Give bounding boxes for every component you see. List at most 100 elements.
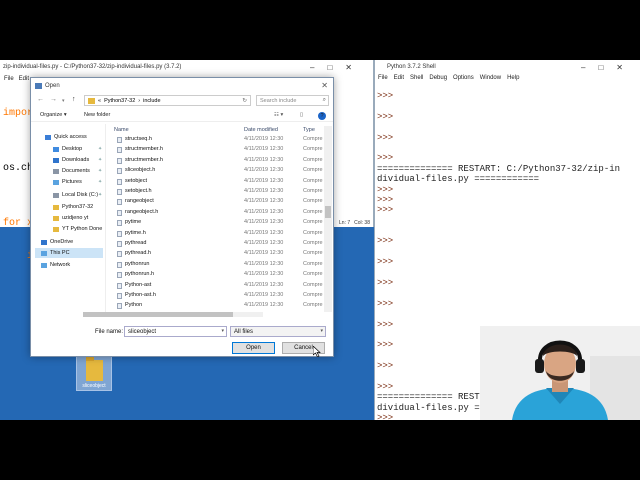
nav-item-uzidjeno-yt[interactable]: uzidjeno yt bbox=[53, 213, 88, 223]
nav-item-network[interactable]: Network bbox=[41, 260, 70, 270]
file-icon bbox=[117, 293, 122, 299]
file-date: 4/11/2019 12:30 bbox=[244, 271, 284, 278]
nav-item-documents[interactable]: Documents bbox=[53, 166, 90, 176]
menu-options[interactable]: Options bbox=[453, 75, 474, 84]
download-icon bbox=[53, 157, 59, 163]
shell-window-controls: – □ ✕ bbox=[581, 63, 623, 72]
desktop-file-icon[interactable]: sliceobject bbox=[76, 355, 112, 391]
file-row[interactable]: Python-ast.h 4/11/2019 12:30 Compre bbox=[113, 291, 328, 301]
file-icon bbox=[117, 168, 122, 175]
file-row[interactable]: sliceobject.h 4/11/2019 12:30 Compre bbox=[113, 166, 328, 176]
close-icon[interactable]: ✕ bbox=[345, 63, 352, 72]
folder-icon bbox=[53, 215, 59, 221]
file-row[interactable]: structmember.h 4/11/2019 12:30 Compre bbox=[113, 145, 328, 155]
nav-item-downloads[interactable]: Downloads bbox=[53, 155, 89, 165]
file-icon bbox=[117, 261, 122, 268]
file-row[interactable]: structmember.h 4/11/2019 12:30 Compre bbox=[113, 156, 328, 166]
file-row[interactable]: rangeobject.h 4/11/2019 12:30 Compre bbox=[113, 208, 328, 218]
close-icon[interactable]: ✕ bbox=[616, 63, 623, 72]
folder-icon bbox=[53, 226, 59, 232]
file-row[interactable]: pytime.h 4/11/2019 12:30 Compre bbox=[113, 229, 328, 239]
file-type: Compre bbox=[303, 136, 323, 142]
pin-icon: ✦ bbox=[98, 179, 103, 185]
scrollbar-thumb[interactable] bbox=[325, 206, 331, 218]
up-arrow-icon[interactable]: ↑ bbox=[72, 96, 76, 103]
menu-shell[interactable]: Shell bbox=[410, 75, 423, 84]
close-icon[interactable]: ✕ bbox=[321, 81, 328, 90]
file-row[interactable]: pytime 4/11/2019 12:30 Compre bbox=[113, 218, 328, 228]
file-row[interactable]: structseq.h 4/11/2019 12:30 Compre bbox=[113, 135, 328, 145]
file-type-value: All files bbox=[234, 329, 254, 335]
minimize-icon[interactable]: – bbox=[581, 63, 585, 72]
menu-help[interactable]: Help bbox=[507, 75, 519, 84]
file-name: pythonrun.h bbox=[125, 271, 155, 278]
file-type: Compre bbox=[303, 156, 323, 163]
menu-edit[interactable]: Edit bbox=[19, 76, 29, 85]
nav-item-label: uzidjeno yt bbox=[62, 215, 89, 221]
file-name: pythonrun bbox=[125, 260, 150, 267]
menu-file[interactable]: File bbox=[378, 75, 388, 84]
file-list-hscrollbar[interactable] bbox=[83, 312, 263, 317]
scrollbar-thumb[interactable] bbox=[83, 312, 233, 317]
minimize-icon[interactable]: – bbox=[310, 63, 314, 72]
menu-edit[interactable]: Edit bbox=[394, 75, 404, 84]
file-date: 4/11/2019 12:30 bbox=[244, 281, 284, 288]
file-row[interactable]: pythread 4/11/2019 12:30 Compre bbox=[113, 239, 328, 249]
nav-item-local-disk-c[interactable]: Local Disk (C:) bbox=[53, 190, 98, 200]
menu-window[interactable]: Window bbox=[480, 75, 501, 84]
file-type-select[interactable]: All files ▾ bbox=[230, 326, 326, 337]
search-input[interactable]: Search include ⌕ bbox=[256, 95, 329, 106]
chevron-down-icon[interactable]: ▾ bbox=[221, 328, 224, 334]
organize-button[interactable]: Organize ▾ bbox=[40, 112, 67, 118]
zip-folder-icon bbox=[86, 357, 103, 381]
desktop-icon-label: sliceobject bbox=[82, 383, 106, 389]
menu-debug[interactable]: Debug bbox=[429, 75, 447, 84]
maximize-icon[interactable]: □ bbox=[327, 63, 332, 72]
nav-item-yt-python-done[interactable]: YT Python Done bbox=[53, 224, 102, 234]
file-name: Python bbox=[125, 302, 143, 309]
file-type: Compre bbox=[303, 219, 323, 226]
folder-icon bbox=[53, 146, 59, 152]
file-list-scrollbar[interactable] bbox=[324, 126, 332, 312]
view-options-icon[interactable]: ☷ ▾ bbox=[274, 112, 283, 118]
file-row[interactable]: setobject 4/11/2019 12:30 Compre bbox=[113, 177, 328, 187]
nav-item-python37-32[interactable]: Python37-32 bbox=[53, 202, 93, 212]
file-name: rangeobject.h bbox=[125, 208, 159, 215]
file-type: Compre bbox=[303, 240, 323, 246]
new-folder-button[interactable]: New folder bbox=[84, 112, 110, 118]
help-icon[interactable]: ? bbox=[318, 112, 326, 120]
refresh-icon[interactable]: ↻ bbox=[242, 98, 247, 104]
address-bar[interactable]: « Python37-32 › include ↻ bbox=[84, 95, 251, 106]
file-date: 4/11/2019 12:30 bbox=[244, 198, 284, 205]
nav-item-quick-access[interactable]: Quick access bbox=[45, 132, 87, 142]
file-row[interactable]: setobject.h 4/11/2019 12:30 Compre bbox=[113, 187, 328, 197]
shell-line: >>> bbox=[377, 91, 394, 101]
file-row[interactable]: Python-ast 4/11/2019 12:30 Compre bbox=[113, 281, 328, 291]
breadcrumb-include[interactable]: include bbox=[143, 98, 160, 104]
file-row[interactable]: pythonrun.h 4/11/2019 12:30 Compre bbox=[113, 270, 328, 280]
picture-icon bbox=[53, 179, 59, 185]
file-row[interactable]: pythread.h 4/11/2019 12:30 Compre bbox=[113, 249, 328, 259]
file-row[interactable]: rangeobject 4/11/2019 12:30 Compre bbox=[113, 197, 328, 207]
nav-item-label: Downloads bbox=[62, 157, 90, 163]
file-row[interactable]: Python 4/11/2019 12:30 Compre bbox=[113, 301, 328, 311]
shell-line: >>> bbox=[377, 205, 394, 216]
nav-item-onedrive[interactable]: OneDrive bbox=[41, 237, 73, 247]
preview-pane-icon[interactable]: ▯ bbox=[300, 112, 303, 118]
file-row[interactable]: pythonrun 4/11/2019 12:30 Compre bbox=[113, 260, 328, 270]
nav-item-desktop[interactable]: Desktop bbox=[53, 144, 82, 154]
network-icon bbox=[41, 262, 47, 268]
maximize-icon[interactable]: □ bbox=[598, 63, 603, 72]
open-button[interactable]: Open bbox=[232, 342, 275, 354]
breadcrumb-python[interactable]: Python37-32 bbox=[104, 98, 135, 104]
pin-icon: ✦ bbox=[98, 168, 103, 174]
file-name-input[interactable]: sliceobject ▾ bbox=[124, 326, 227, 337]
forward-arrow-icon[interactable]: → bbox=[50, 96, 57, 103]
nav-item-pictures[interactable]: Pictures bbox=[53, 177, 82, 187]
back-arrow-icon[interactable]: ← bbox=[37, 96, 44, 103]
recent-dropdown-icon[interactable]: ▾ bbox=[62, 98, 65, 104]
menu-file[interactable]: File bbox=[4, 76, 14, 85]
nav-item-this-pc[interactable]: This PC bbox=[35, 248, 103, 258]
